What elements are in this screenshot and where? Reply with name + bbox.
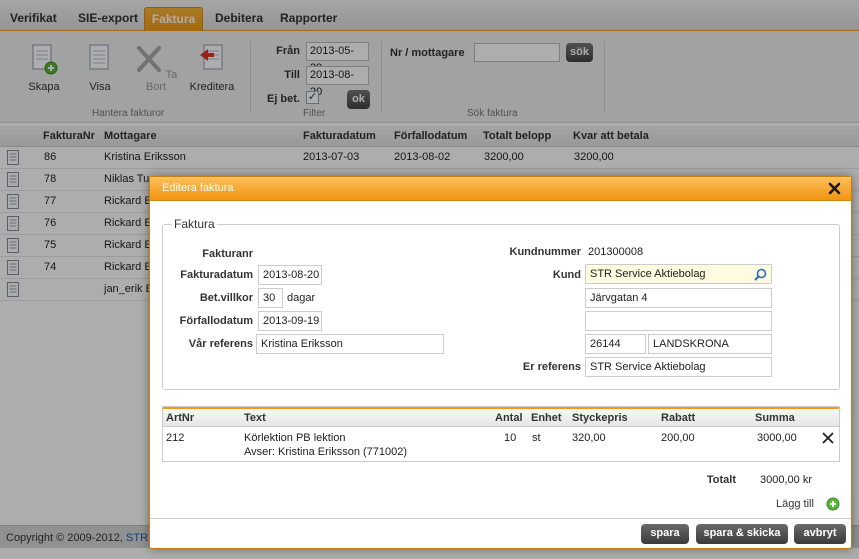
payment-terms-input[interactable]: 30 [258, 288, 283, 308]
due-date-input[interactable]: 2013-09-19 [258, 311, 322, 331]
item-artnr: 212 [166, 432, 185, 444]
dialog-titlebar: Editera faktura [150, 177, 851, 201]
invoice-date-input[interactable]: 2013-08-20 [258, 265, 322, 285]
fieldset-legend: Faktura [172, 217, 217, 231]
remove-item-icon[interactable] [822, 432, 834, 444]
item-qty: 10 [504, 432, 517, 444]
zip-input[interactable]: 26144 [585, 334, 646, 354]
payment-terms-label: Bet.villkor [199, 292, 253, 304]
our-reference-input[interactable]: Kristina Eriksson [256, 334, 444, 354]
customer-number: 201300008 [588, 246, 644, 258]
save-and-send-button[interactable]: spara & skicka [696, 524, 788, 544]
item-price: 320,00 [572, 432, 606, 444]
col-unit: Enhet [531, 412, 562, 424]
search-icon[interactable] [754, 268, 767, 281]
address1-input[interactable]: Järvgatan 4 [585, 288, 772, 308]
total-value: 3000,00 kr [760, 474, 812, 486]
col-price: Styckepris [572, 412, 628, 424]
add-item-link[interactable]: Lägg till [776, 497, 840, 514]
their-reference-label: Er referens [522, 361, 581, 373]
invoice-date-label: Fakturadatum [180, 269, 253, 281]
col-sum: Summa [755, 412, 795, 424]
item-discount: 200,00 [661, 432, 695, 444]
item-text-detail: Avser: Kristina Eriksson (771002) [244, 446, 408, 458]
item-text: Körlektion PB lektion [244, 432, 346, 444]
customer-number-label: Kundnummer [509, 246, 582, 258]
close-icon[interactable] [828, 182, 841, 195]
our-reference-label: Vår referens [188, 338, 253, 350]
cancel-button[interactable]: avbryt [794, 524, 846, 544]
city-input[interactable]: LANDSKRONA [648, 334, 772, 354]
col-text: Text [244, 412, 266, 424]
dialog-title: Editera faktura [162, 182, 234, 194]
payment-terms-unit: dagar [287, 292, 316, 304]
add-icon [826, 497, 840, 511]
their-reference-input[interactable]: STR Service Aktiebolag [585, 357, 772, 377]
invoice-nr-label: Fakturanr [202, 248, 253, 260]
col-discount: Rabatt [661, 412, 696, 424]
customer-input[interactable]: STR Service Aktiebolag [585, 264, 772, 284]
customer-label: Kund [552, 269, 581, 281]
items-header: ArtNr Text Antal Enhet Styckepris Rabatt… [163, 407, 839, 427]
item-row[interactable]: 212 Körlektion PB lektion Avser: Kristin… [163, 428, 839, 461]
address2-input[interactable] [585, 311, 772, 331]
dialog-divider [150, 518, 851, 519]
col-qty: Antal [495, 412, 523, 424]
total-label: Totalt [706, 474, 736, 486]
due-date-label: Förfallodatum [179, 315, 253, 327]
col-artnr: ArtNr [166, 412, 195, 424]
edit-invoice-dialog: Editera faktura Faktura Fakturanr Faktur… [149, 176, 852, 549]
invoice-items-table: ArtNr Text Antal Enhet Styckepris Rabatt… [162, 406, 840, 462]
item-sum: 3000,00 [757, 432, 797, 444]
item-unit: st [532, 432, 541, 444]
save-button[interactable]: spara [641, 524, 689, 544]
add-item-label: Lägg till [776, 498, 814, 510]
